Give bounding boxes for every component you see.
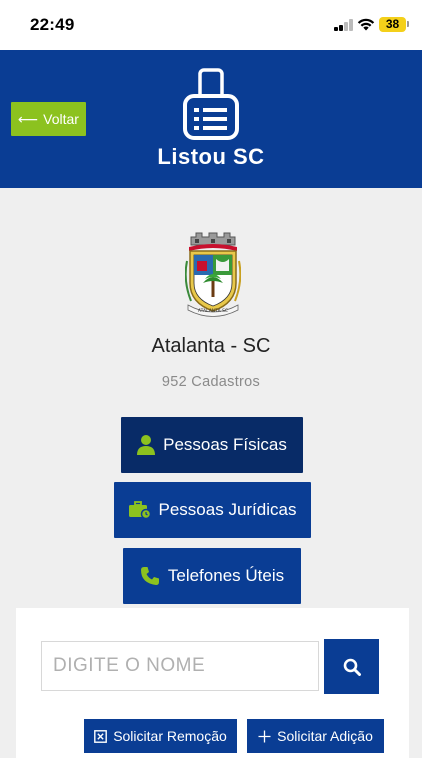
city-crest-icon: ATALANTA SC bbox=[185, 232, 241, 317]
request-removal-label: Solicitar Remoção bbox=[113, 728, 227, 744]
phone-list-logo-icon bbox=[183, 68, 239, 140]
status-time: 22:49 bbox=[30, 15, 75, 34]
pessoas-fisicas-label: Pessoas Físicas bbox=[163, 435, 287, 454]
registration-count: 952 Cadastros bbox=[161, 374, 261, 390]
back-button[interactable]: ⟵ Voltar bbox=[11, 102, 86, 136]
plus-icon bbox=[258, 730, 271, 742]
telefones-uteis-label: Telefones Úteis bbox=[167, 566, 285, 585]
back-button-label: Voltar bbox=[43, 111, 79, 127]
wifi-icon bbox=[357, 18, 375, 31]
cellular-signal-icon bbox=[334, 19, 354, 31]
search-input[interactable] bbox=[41, 641, 319, 691]
search-button[interactable] bbox=[324, 639, 379, 694]
battery-tip bbox=[407, 21, 409, 27]
briefcase-icon bbox=[128, 501, 151, 519]
request-removal-button[interactable]: Solicitar Remoção bbox=[84, 719, 237, 753]
request-addition-label: Solicitar Adição bbox=[277, 728, 373, 744]
pessoas-juridicas-label: Pessoas Jurídicas bbox=[158, 500, 297, 519]
status-bar: 22:49 38 bbox=[0, 0, 422, 50]
app-title: Listou SC bbox=[157, 144, 265, 169]
pessoas-juridicas-button[interactable]: Pessoas Jurídicas bbox=[114, 482, 311, 538]
telefones-uteis-button[interactable]: Telefones Úteis bbox=[123, 548, 301, 604]
search-icon bbox=[343, 658, 361, 676]
city-name: Atalanta - SC bbox=[151, 335, 271, 357]
user-icon bbox=[137, 435, 156, 455]
close-box-icon bbox=[94, 729, 108, 743]
arrow-left-icon: ⟵ bbox=[18, 111, 39, 127]
app-header: ⟵ Voltar Listou SC bbox=[0, 50, 422, 188]
pessoas-fisicas-button[interactable]: Pessoas Físicas bbox=[121, 417, 303, 473]
crest-ribbon-text: ATALANTA SC bbox=[198, 308, 228, 314]
battery-indicator: 38 bbox=[379, 17, 406, 32]
phone-icon bbox=[140, 566, 160, 586]
request-addition-button[interactable]: Solicitar Adição bbox=[247, 719, 384, 753]
